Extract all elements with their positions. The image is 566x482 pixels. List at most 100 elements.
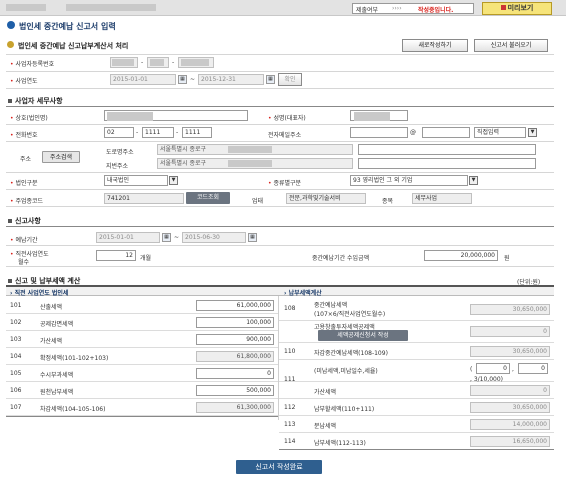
email-at: @ [410,129,416,136]
phone-last-input[interactable]: 1111 [182,127,212,138]
calendar-icon[interactable]: ▦ [266,75,275,84]
unpaid-tax-input[interactable]: 0 [476,363,510,374]
phone-mid-input[interactable]: 1111 [142,127,174,138]
row-value[interactable]: 30,650,000 [470,402,550,413]
row-label: 분납세액 [314,423,337,430]
road-address-label: 도로명주소 [106,149,134,156]
income-input[interactable]: 20,000,000 [424,250,498,261]
redacted-breadcrumb-2 [66,4,156,11]
biz-type-label: 업태 [252,198,264,205]
left-bottom-line [6,416,278,417]
row-value[interactable]: 14,000,000 [470,419,550,430]
months-input[interactable]: 12 [96,250,136,261]
report-section-title: 신고사항 [8,216,41,226]
row-value[interactable]: 900,000 [196,334,274,345]
ceo-label: • 성명(대표자) [268,115,306,122]
email-id-input[interactable] [350,127,408,138]
row-value[interactable]: 61,800,000 [196,351,274,362]
period-to-input[interactable]: 2015-06-30 [182,232,246,243]
status-label: 제출여부 [356,7,379,14]
right-header: › 납부세액계산 [284,290,322,297]
redacted [107,112,153,121]
dash: - [141,59,144,66]
row-value[interactable]: 0 [470,326,550,337]
row-value[interactable]: 0 [196,368,274,379]
phone-area-input[interactable]: 02 [104,127,134,138]
dash: - [176,129,179,136]
code-search-button[interactable]: 코드조회 [186,192,230,204]
company-label: • 상호(법인명) [10,115,48,122]
row-value[interactable]: 30,650,000 [470,304,550,315]
row-value[interactable]: 16,650,000 [470,436,550,447]
subtitle: 법인세 중간예납 신고납부계산서 처리 [18,42,129,50]
tax-credit-form-button[interactable]: 세액공제신청서 작성 [318,330,408,341]
year-to-input[interactable]: 2015-12-31 [198,74,264,85]
biz-type-input[interactable]: 전문,과학및기술서비 [286,193,366,204]
redacted [181,59,209,66]
row-value[interactable]: 100,000 [196,317,274,328]
item-label: 종목 [382,198,394,205]
email-domain-input[interactable] [422,127,470,138]
chevron-down-icon[interactable]: ▼ [469,176,478,185]
corp-type-select[interactable]: 내국법인 [104,175,168,186]
row-value[interactable]: 61,300,000 [196,402,274,413]
divider [6,266,554,267]
row-value[interactable]: 61,000,000 [196,300,274,311]
calendar-icon[interactable]: ▦ [248,233,257,242]
redacted [150,59,164,66]
divider [6,88,554,89]
row-value[interactable]: 0 [470,385,550,396]
status-value: 작성중입니다. [418,7,454,14]
kind-label: • 종류별구분 [268,180,302,187]
row-label: 중간예납세액 [314,302,348,309]
row-no: 112 [284,404,296,411]
row-label: 납부할세액(110+111) [314,406,375,413]
chevron-down-icon[interactable]: ▼ [528,128,537,137]
redacted [228,160,272,167]
jibun-address-detail-input[interactable] [358,158,536,169]
row-no: 104 [10,353,22,360]
months-label: • 직전사업연도 [10,251,49,258]
industry-code-input[interactable]: 741201 [104,193,184,204]
redacted [354,112,390,121]
divider [6,245,554,246]
row-value[interactable]: 30,650,000 [470,346,550,357]
year-from-input[interactable]: 2015-01-01 [110,74,176,85]
bullet-icon [8,219,12,223]
bullet-icon [8,99,12,103]
preview-button[interactable]: 미리보기 [482,2,552,15]
row-no: 108 [284,305,296,312]
calendar-icon[interactable]: ▦ [162,233,171,242]
divider [6,141,554,142]
row-label: 산출세액 [40,304,63,311]
period-label: • 예납기간 [10,237,38,244]
calendar-icon[interactable]: ▦ [178,75,187,84]
row-label: (미납세액,미납일수,세율) [314,368,378,375]
address-search-button[interactable]: 주소검색 [42,151,80,163]
confirm-button[interactable]: 확인 [278,73,302,86]
months-label-2: 월수 [18,259,30,266]
road-address-detail-input[interactable] [358,144,536,155]
row-no: 113 [284,421,296,428]
new-report-button[interactable]: 새로작성하기 [402,39,468,52]
preview-icon [500,5,506,10]
dash: - [136,129,139,136]
email-domain-select[interactable]: 직접입력 [474,127,526,138]
subtitle-icon [7,41,14,48]
row-no: 103 [10,336,22,343]
item-input[interactable]: 세무사업 [412,193,472,204]
biz-no-label: • 사업자등록번호 [10,61,55,68]
title-icon [7,21,15,29]
row-label: 자감중간예납세액(108-109) [314,350,388,357]
redacted-breadcrumb-1 [6,4,46,11]
finish-report-button[interactable]: 신고서 작성완료 [236,460,322,474]
row-value[interactable]: 500,000 [196,385,274,396]
unpaid-days-input[interactable]: 0 [518,363,548,374]
period-from-input[interactable]: 2015-01-01 [96,232,160,243]
chevron-down-icon[interactable]: ▼ [169,176,178,185]
load-report-button[interactable]: 신고서 불러오기 [474,39,548,52]
divider [6,124,554,125]
kind-select[interactable]: 93 영리법인 그 외 기업 [350,175,468,186]
redacted [228,146,272,153]
road-address-value: 서울특별시 종로구 [160,146,207,153]
